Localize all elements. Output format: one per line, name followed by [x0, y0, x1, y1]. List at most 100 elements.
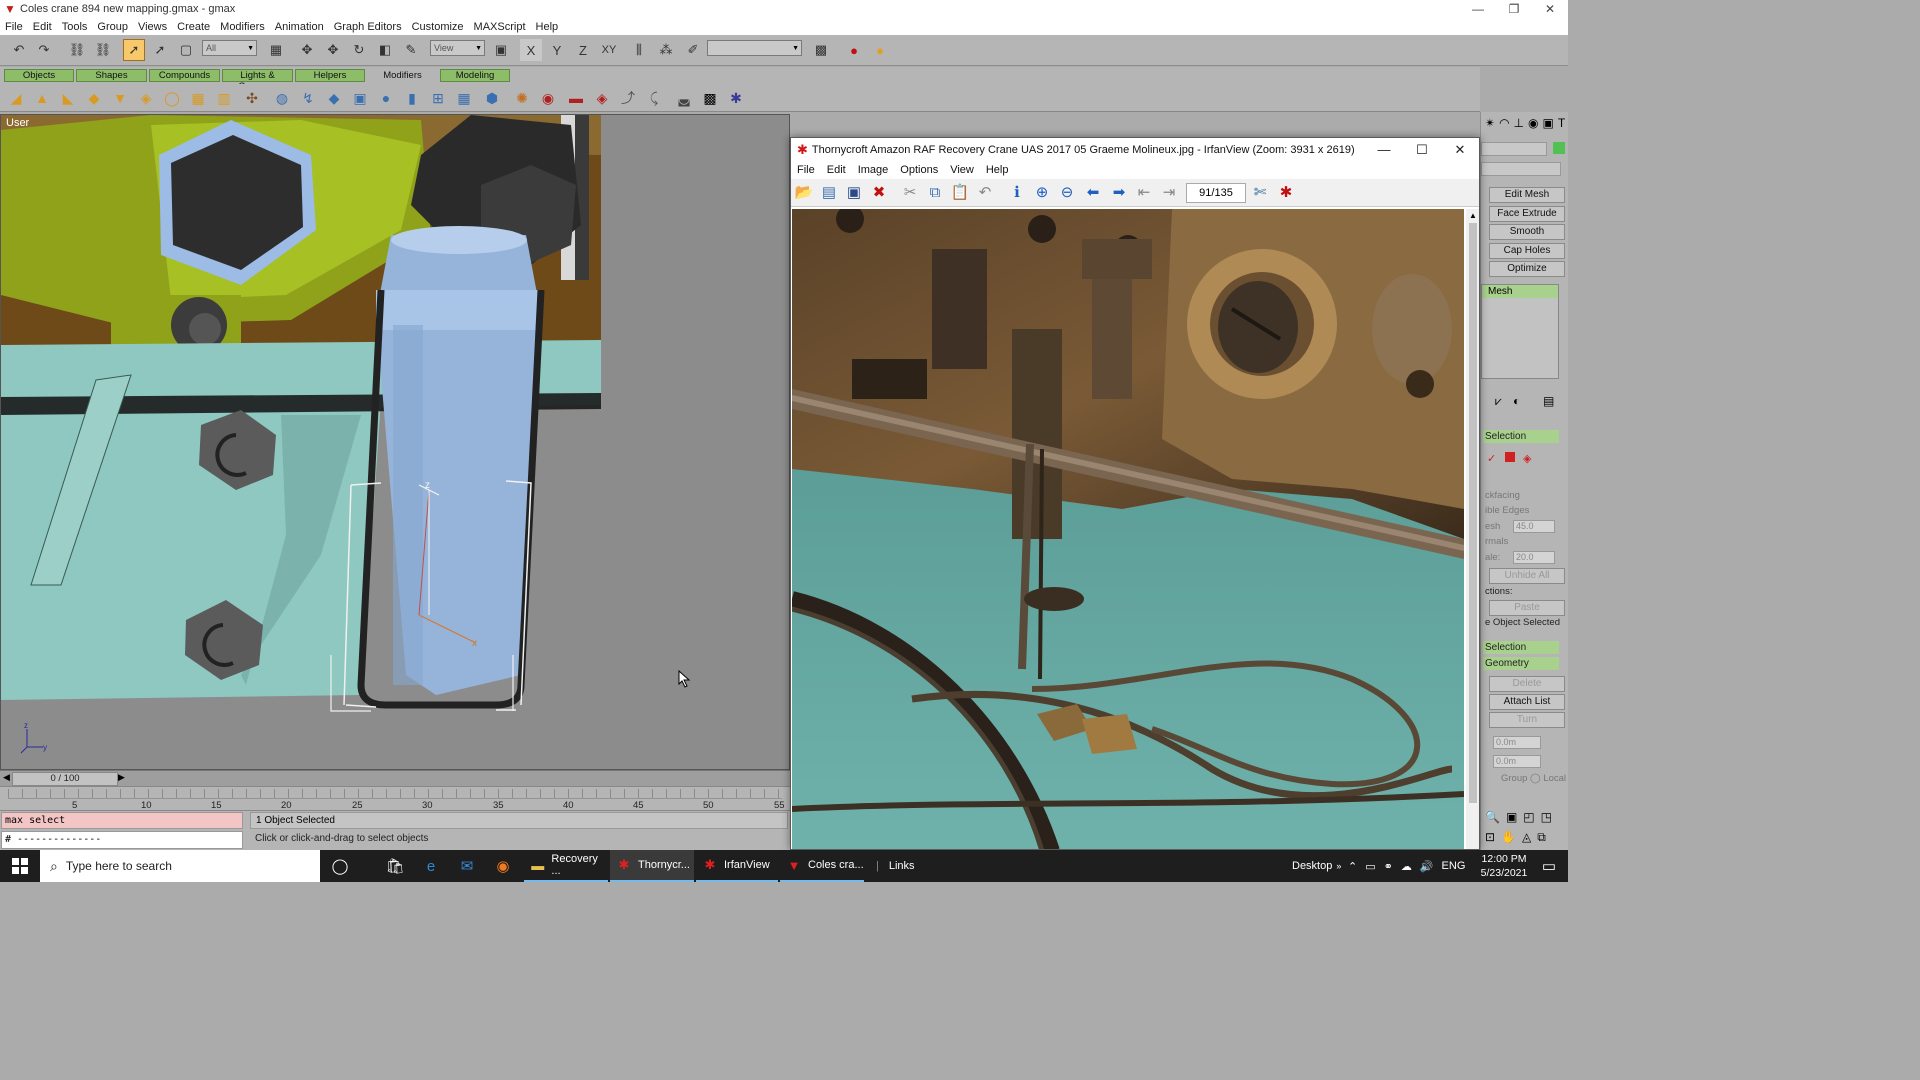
irfan-menu-image[interactable]: Image [852, 164, 895, 176]
menu-tools[interactable]: Tools [57, 21, 93, 33]
irfan-menu-help[interactable]: Help [980, 164, 1015, 176]
zoom-in-icon[interactable]: ⊕ [1031, 182, 1053, 204]
modify-tab-icon[interactable]: ◠ [1499, 116, 1509, 134]
taskbar-app-thornycroft[interactable]: ✱ Thornycr... [610, 850, 694, 882]
shell-icon[interactable]: ⬢ [482, 88, 502, 108]
noise-icon[interactable]: ◆ [84, 88, 104, 108]
next-image-icon[interactable]: ➡ [1108, 182, 1130, 204]
window-crossing-icon[interactable]: ▦ [265, 39, 287, 61]
element-icon[interactable]: ◈ [1523, 452, 1531, 465]
modifier-list-dropdown[interactable] [1481, 162, 1561, 176]
field-of-view-icon[interactable]: ⊡ [1485, 830, 1495, 845]
unhide-all-button[interactable]: Unhide All [1489, 568, 1565, 584]
object-color-swatch[interactable] [1553, 142, 1565, 154]
mail-icon[interactable]: ✉ [454, 854, 480, 878]
relax-icon[interactable]: ⤴ [618, 88, 638, 108]
threshold-spinner[interactable]: 45.0 [1513, 520, 1555, 533]
region-select-icon[interactable]: ▢ [175, 39, 197, 61]
turn-button[interactable]: Turn [1489, 712, 1565, 728]
menu-animation[interactable]: Animation [270, 21, 329, 33]
bend-icon[interactable]: ◢ [6, 88, 26, 108]
meet-now-icon[interactable]: ▭ [1365, 860, 1375, 873]
material-id-icon[interactable]: ✱ [726, 88, 746, 108]
xform-icon[interactable]: ⊞ [428, 88, 448, 108]
scale-spinner[interactable]: 20.0 [1513, 551, 1555, 564]
about-icon[interactable]: ✱ [1275, 182, 1297, 204]
extrude-icon[interactable]: ✺ [512, 88, 532, 108]
irfan-menu-options[interactable]: Options [894, 164, 944, 176]
maximize-viewport-icon[interactable]: ⧉ [1537, 830, 1546, 845]
ripple-icon[interactable]: ▦ [188, 88, 208, 108]
reference-coordinate-dropdown[interactable]: View [430, 40, 485, 56]
pan-icon[interactable]: ✋ [1501, 830, 1516, 845]
menu-maxscript[interactable]: MAXScript [469, 21, 531, 33]
optimize-button[interactable]: Optimize [1489, 261, 1565, 277]
optimize-icon[interactable]: ◈ [592, 88, 612, 108]
select-manipulate-icon[interactable]: ✎ [400, 39, 422, 61]
render-icon[interactable]: ● [869, 39, 891, 61]
zoom-all-icon[interactable]: ▣ [1506, 810, 1517, 824]
display-tab-icon[interactable]: ▣ [1542, 116, 1553, 134]
restrict-xy-icon[interactable]: XY [598, 39, 620, 61]
material-editor-icon[interactable]: ● [843, 39, 865, 61]
checker-icon[interactable]: ▩ [700, 88, 720, 108]
soft-selection-rollout[interactable]: Selection [1483, 641, 1559, 654]
selection-rollout[interactable]: Selection [1483, 430, 1559, 443]
displayed-photo[interactable] [792, 209, 1464, 849]
menu-modifiers[interactable]: Modifiers [215, 21, 270, 33]
unwrap-icon[interactable]: ▦ [454, 88, 474, 108]
onedrive-icon[interactable]: ☁ [1401, 860, 1412, 873]
zoom-out-icon[interactable]: ⊖ [1056, 182, 1078, 204]
copy-icon[interactable]: ⧉ [924, 182, 946, 204]
pin-stack-icon[interactable]: ⩗ [1495, 394, 1502, 409]
extrude-amount-spinner[interactable]: 0.0m [1493, 736, 1541, 749]
cylinder-map-icon[interactable]: ▮ [402, 88, 422, 108]
attach-list-button[interactable]: Attach List [1489, 694, 1565, 710]
menu-create[interactable]: Create [172, 21, 215, 33]
firefox-icon[interactable]: ◉ [490, 854, 516, 878]
show-hidden-icons-icon[interactable]: ⌃ [1348, 860, 1357, 873]
unlink-icon[interactable]: ⛓ [92, 39, 114, 61]
pivot-center-icon[interactable]: ▣ [490, 39, 512, 61]
start-button[interactable] [0, 850, 40, 882]
slideshow-icon[interactable]: ▤ [818, 182, 840, 204]
paste-button[interactable]: Paste [1489, 600, 1565, 616]
object-name-field[interactable] [1481, 142, 1547, 156]
minimize-button[interactable]: — [1460, 0, 1496, 18]
motion-tab-icon[interactable]: ◉ [1528, 116, 1538, 134]
normal-icon[interactable]: ⤹ [644, 88, 664, 108]
face-extrude-button[interactable]: Face Extrude [1489, 206, 1565, 222]
irfan-menu-file[interactable]: File [791, 164, 821, 176]
tab-compounds[interactable]: Compounds [149, 69, 220, 82]
selection-filter-dropdown[interactable]: All [202, 40, 257, 56]
last-image-icon[interactable]: ⇥ [1158, 182, 1180, 204]
image-page-counter[interactable]: 91/135 [1186, 183, 1246, 203]
select-object-icon[interactable]: ➚ [123, 39, 145, 61]
irfan-menu-view[interactable]: View [944, 164, 980, 176]
first-image-icon[interactable]: ⇤ [1133, 182, 1155, 204]
delete-icon[interactable]: ✖ [868, 182, 890, 204]
zoom-extents-icon[interactable]: ◰ [1523, 810, 1534, 824]
stretch-icon[interactable]: ▼ [110, 88, 130, 108]
smooth-icon[interactable]: ▬ [566, 88, 586, 108]
irfanview-close-button[interactable]: ✕ [1441, 138, 1479, 161]
select-and-link-icon[interactable]: ⛓ [66, 39, 88, 61]
time-next-icon[interactable]: ▶ [118, 772, 125, 783]
taskbar-clock[interactable]: 12:00 PM 5/23/2021 [1474, 852, 1534, 880]
tab-shapes[interactable]: Shapes [76, 69, 147, 82]
align-icon[interactable]: ⁂ [655, 39, 677, 61]
irfanview-vertical-scrollbar[interactable]: ▲ [1466, 209, 1479, 849]
irfanview-minimize-button[interactable]: — [1365, 138, 1403, 161]
links-toolbar[interactable]: | Links [876, 850, 915, 882]
menu-group[interactable]: Group [92, 21, 133, 33]
uvw-map-icon[interactable]: ▣ [350, 88, 370, 108]
tab-lights-cameras[interactable]: Lights & Cameras [222, 69, 293, 92]
menu-views[interactable]: Views [133, 21, 172, 33]
restrict-x-icon[interactable]: X [520, 39, 542, 61]
tab-objects[interactable]: Objects [4, 69, 74, 82]
restore-button[interactable]: ❐ [1496, 0, 1532, 18]
undo-icon[interactable]: ↶ [974, 182, 996, 204]
menu-customize[interactable]: Customize [407, 21, 469, 33]
viewport-user[interactable]: z x User z y [0, 114, 790, 770]
volume-icon[interactable]: 🔊 [1420, 860, 1434, 873]
